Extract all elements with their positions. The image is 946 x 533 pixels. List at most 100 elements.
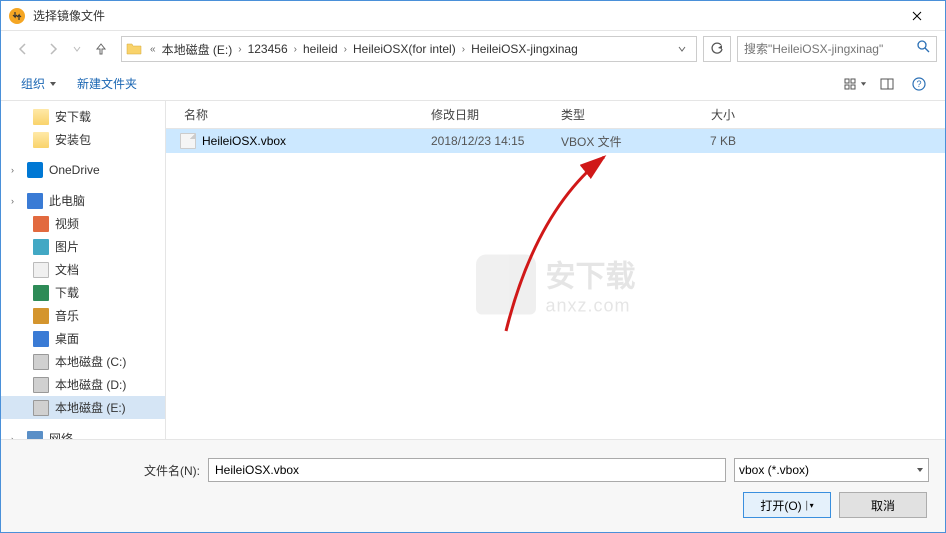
item-icon	[33, 262, 49, 278]
item-icon	[33, 216, 49, 232]
chevron-right-icon: ›	[342, 44, 349, 55]
caret-icon: ›	[11, 165, 21, 175]
breadcrumb[interactable]: « 本地磁盘 (E:) › 123456 › heileid › HeileiO…	[121, 36, 697, 62]
footer: 文件名(N): vbox (*.vbox) 打开(O) │▾ 取消	[1, 439, 945, 532]
chevron-down-icon: │▾	[805, 501, 814, 510]
item-label: 桌面	[55, 330, 79, 347]
dialog-body: 安下载安装包 › OneDrive ›此电脑视频图片文档下载音乐桌面本地磁盘 (C:)…	[1, 101, 945, 439]
item-icon	[33, 331, 49, 347]
sidebar-item[interactable]: 视频	[1, 212, 165, 235]
search-input[interactable]	[744, 42, 917, 56]
item-label: 此电脑	[49, 192, 85, 209]
file-row[interactable]: HeileiOSX.vbox2018/12/23 14:15VBOX 文件7 K…	[166, 129, 945, 153]
item-label: 网络	[49, 430, 73, 439]
breadcrumb-item[interactable]: 本地磁盘 (E:)	[158, 41, 237, 58]
forward-button[interactable]	[39, 36, 67, 62]
breadcrumb-dropdown[interactable]	[672, 42, 692, 56]
view-options-button[interactable]	[839, 72, 871, 96]
sidebar-item[interactable]: ›网络	[1, 427, 165, 439]
refresh-button[interactable]	[703, 36, 731, 62]
item-icon	[33, 308, 49, 324]
sidebar-item[interactable]: 本地磁盘 (C:)	[1, 350, 165, 373]
item-icon	[33, 285, 49, 301]
sidebar-item[interactable]: 桌面	[1, 327, 165, 350]
item-label: 本地磁盘 (E:)	[55, 399, 126, 416]
item-icon	[33, 400, 49, 416]
sidebar-item[interactable]: 本地磁盘 (E:)	[1, 396, 165, 419]
item-icon	[33, 109, 49, 125]
item-icon	[27, 431, 43, 440]
search-box[interactable]	[737, 36, 937, 62]
sidebar-item[interactable]: 安下载	[1, 105, 165, 128]
close-button[interactable]	[897, 2, 937, 30]
chevron-right-icon: ›	[292, 44, 299, 55]
item-label: 音乐	[55, 307, 79, 324]
up-button[interactable]	[87, 36, 115, 62]
watermark-icon	[476, 254, 536, 314]
sidebar-item[interactable]: 安装包	[1, 128, 165, 151]
breadcrumb-item[interactable]: 123456	[244, 42, 292, 56]
chevron-right-icon: ›	[236, 44, 243, 55]
column-type[interactable]: 类型	[551, 106, 666, 123]
item-icon	[33, 132, 49, 148]
arrow-annotation	[486, 151, 666, 351]
file-date: 2018/12/23 14:15	[421, 134, 551, 148]
sidebar-item[interactable]: 文档	[1, 258, 165, 281]
file-name: HeileiOSX.vbox	[202, 134, 286, 148]
filename-input[interactable]	[208, 458, 726, 482]
column-date[interactable]: 修改日期	[421, 106, 551, 123]
back-button[interactable]	[9, 36, 37, 62]
sidebar-item[interactable]: 下载	[1, 281, 165, 304]
column-headers: 名称 修改日期 类型 大小	[166, 101, 945, 129]
file-icon	[180, 133, 196, 149]
window-title: 选择镜像文件	[33, 7, 897, 24]
watermark: 安下载 anxz.com	[476, 252, 636, 317]
file-dialog-window: 选择镜像文件 « 本地磁盘 (E:) › 123456 › heileid	[0, 0, 946, 533]
item-label: 安下载	[55, 108, 91, 125]
item-label: 视频	[55, 215, 79, 232]
column-name[interactable]: 名称	[166, 106, 421, 123]
column-size[interactable]: 大小	[666, 106, 756, 123]
cancel-button[interactable]: 取消	[839, 492, 927, 518]
navbar: « 本地磁盘 (E:) › 123456 › heileid › HeileiO…	[1, 31, 945, 67]
new-folder-button[interactable]: 新建文件夹	[67, 71, 147, 96]
app-icon	[9, 8, 25, 24]
filename-label: 文件名(N):	[132, 462, 200, 479]
svg-text:?: ?	[916, 79, 921, 89]
item-label: 本地磁盘 (C:)	[55, 353, 126, 370]
item-icon	[33, 354, 49, 370]
recent-dropdown[interactable]	[69, 36, 85, 62]
folder-icon	[126, 41, 144, 57]
item-icon	[27, 193, 43, 209]
item-label: 安装包	[55, 131, 91, 148]
toolbar: 组织 新建文件夹 ?	[1, 67, 945, 101]
sidebar-item[interactable]: 音乐	[1, 304, 165, 327]
breadcrumb-item[interactable]: HeileiOSX(for intel)	[349, 42, 460, 56]
titlebar: 选择镜像文件	[1, 1, 945, 31]
sidebar-item[interactable]: ›此电脑	[1, 189, 165, 212]
filetype-select[interactable]: vbox (*.vbox)	[734, 458, 929, 482]
organize-button[interactable]: 组织	[11, 71, 67, 96]
item-label: 下载	[55, 284, 79, 301]
preview-pane-button[interactable]	[871, 72, 903, 96]
content-area: 名称 修改日期 类型 大小 HeileiOSX.vbox 2018/12/23 1…	[166, 101, 945, 439]
file-type: VBOX 文件	[551, 133, 666, 150]
sidebar-item[interactable]: 图片	[1, 235, 165, 258]
item-label: OneDrive	[49, 163, 100, 177]
breadcrumb-item[interactable]: heileid	[299, 42, 342, 56]
item-label: 图片	[55, 238, 79, 255]
breadcrumb-item[interactable]: HeileiOSX-jingxinag	[467, 42, 582, 56]
chevron-right-icon: ›	[460, 44, 467, 55]
item-label: 文档	[55, 261, 79, 278]
breadcrumb-prefix: «	[148, 44, 158, 55]
item-icon	[33, 239, 49, 255]
sidebar-item[interactable]: 本地磁盘 (D:)	[1, 373, 165, 396]
sidebar: 安下载安装包 › OneDrive ›此电脑视频图片文档下载音乐桌面本地磁盘 (C:)…	[1, 101, 166, 439]
item-label: 本地磁盘 (D:)	[55, 376, 126, 393]
file-list[interactable]: HeileiOSX.vbox2018/12/23 14:15VBOX 文件7 K…	[166, 129, 945, 439]
sidebar-item[interactable]: › OneDrive	[1, 159, 165, 181]
open-button[interactable]: 打开(O) │▾	[743, 492, 831, 518]
search-icon[interactable]	[917, 40, 930, 58]
help-button[interactable]: ?	[903, 72, 935, 96]
item-icon	[27, 162, 43, 178]
